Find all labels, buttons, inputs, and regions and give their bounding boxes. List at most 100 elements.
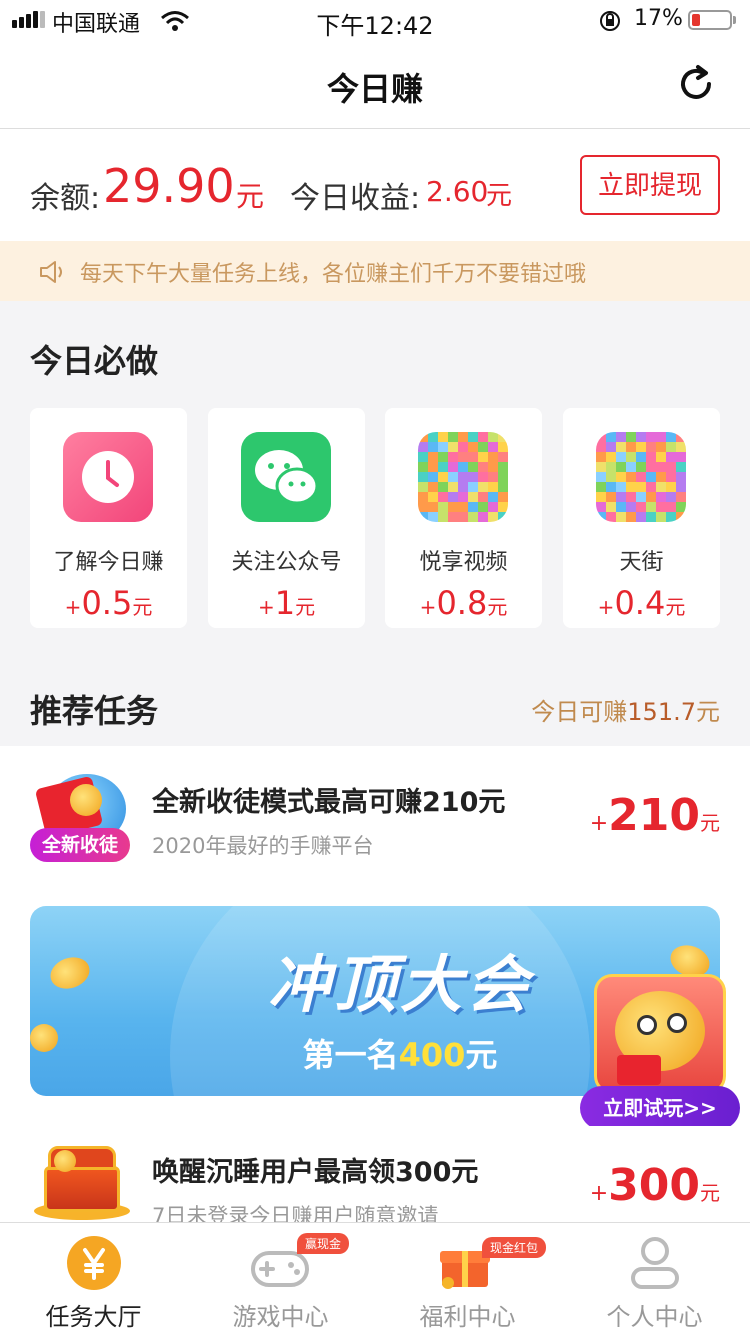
mosaic-tile — [636, 512, 646, 522]
must-do-title: 今日必做 — [30, 342, 159, 380]
mosaic-tile — [666, 482, 676, 492]
mosaic-tile — [636, 502, 646, 512]
mosaic-tile — [626, 492, 636, 502]
mosaic-tile — [616, 432, 626, 442]
reward-amount: 1 — [274, 584, 296, 622]
mosaic-tile — [646, 452, 656, 462]
card-name: 悦享视频 — [419, 550, 508, 575]
mosaic-tile — [606, 472, 616, 482]
mosaic-tile — [606, 502, 616, 512]
mosaic-tile — [478, 472, 488, 482]
tab-bar: 任务大厅 赢现金 游戏中心 现金红包 福利中心 个人中心 — [0, 1222, 750, 1335]
reward-plus: + — [64, 595, 82, 619]
mosaic-tile — [438, 472, 448, 482]
mosaic-tile — [596, 432, 606, 442]
mosaic-tile — [666, 462, 676, 472]
mosaic-tile — [596, 512, 606, 522]
mosaic-tile — [478, 502, 488, 512]
treasure-chest-icon — [34, 1144, 130, 1222]
tab-task-hall[interactable]: 任务大厅 — [0, 1223, 187, 1335]
mosaic-tile — [418, 492, 428, 502]
must-do-card[interactable]: 了解今日赚 +0.5元 — [30, 408, 187, 628]
game-promo-icon[interactable] — [594, 974, 726, 1094]
mosaic-tile — [418, 482, 428, 492]
task-row[interactable]: 唤醒沉睡用户最高领300元 7日未登录今日赚用户随意邀请 +300元 — [0, 1126, 750, 1228]
mosaic-tile — [428, 502, 438, 512]
page-title: 今日赚 — [326, 70, 423, 108]
red-envelope-icon: 全新收徒 — [30, 774, 130, 864]
mosaic-tile — [626, 452, 636, 462]
tab-game-center[interactable]: 赢现金 游戏中心 — [187, 1223, 374, 1335]
card-reward: +0.5元 — [30, 584, 187, 622]
reward-amount: 0.4 — [614, 584, 666, 622]
must-do-card[interactable]: 悦享视频 +0.8元 — [385, 408, 542, 628]
mosaic-tile — [428, 452, 438, 462]
tab-personal-center[interactable]: 个人中心 — [561, 1223, 748, 1335]
mosaic-tile — [656, 502, 666, 512]
speaker-icon — [40, 261, 62, 283]
mosaic-tile — [458, 512, 468, 522]
refresh-icon[interactable] — [676, 64, 716, 104]
mosaic-tile — [636, 472, 646, 482]
reward-unit: 元 — [700, 1181, 720, 1205]
banner-title: 冲顶大会 — [267, 948, 532, 1021]
mosaic-tile — [676, 432, 686, 442]
mosaic-tile — [626, 472, 636, 482]
coin-icon — [70, 784, 102, 816]
balance-label: 余额: — [30, 181, 101, 216]
mosaic-tile — [458, 502, 468, 512]
mosaic-tile — [448, 512, 458, 522]
person-icon — [631, 1237, 679, 1289]
yen-icon — [67, 1236, 121, 1290]
mosaic-tile — [448, 442, 458, 452]
try-play-button[interactable]: 立即试玩>> — [580, 1086, 740, 1130]
mosaic-tile — [498, 442, 508, 452]
mosaic-tile — [656, 492, 666, 502]
notice-bar: 每天下午大量任务上线，各位赚主们千万不要错过哦 — [0, 241, 750, 301]
mosaic-tile — [646, 462, 656, 472]
mosaic-tile — [666, 442, 676, 452]
mosaic-tile — [478, 492, 488, 502]
task-row[interactable]: 全新收徒 全新收徒模式最高可赚210元 2020年最好的手赚平台 +210元 — [0, 746, 750, 896]
mosaic-tile — [676, 512, 686, 522]
must-do-card[interactable]: 关注公众号 +1元 — [208, 408, 365, 628]
mosaic-tile — [596, 442, 606, 452]
mosaic-tile — [626, 432, 636, 442]
mosaic-tile — [646, 472, 656, 482]
mosaic-tile — [478, 462, 488, 472]
mosaic-tile — [666, 472, 676, 482]
mosaic-tile — [656, 442, 666, 452]
coin-icon — [46, 952, 94, 994]
mosaic-tile — [468, 492, 478, 502]
mosaic-tile — [626, 462, 636, 472]
tab-label: 任务大厅 — [45, 1303, 142, 1331]
withdraw-button[interactable]: 立即提现 — [580, 155, 720, 215]
tab-label: 游戏中心 — [232, 1303, 329, 1331]
mosaic-tile — [428, 472, 438, 482]
mosaic-tile — [458, 492, 468, 502]
mosaic-tile — [616, 452, 626, 462]
mosaic-tile — [676, 492, 686, 502]
mosaic-tile — [428, 482, 438, 492]
mosaic-tile — [616, 482, 626, 492]
mosaic-tile — [458, 462, 468, 472]
mosaic-tile — [458, 482, 468, 492]
tab-welfare-center[interactable]: 现金红包 福利中心 — [374, 1223, 561, 1335]
card-name: 了解今日赚 — [53, 550, 164, 575]
mosaic-tile — [438, 452, 448, 462]
reward-unit: 元 — [665, 595, 686, 619]
mosaic-tile — [488, 442, 498, 452]
must-do-card[interactable]: 天街 +0.4元 — [563, 408, 720, 628]
balance-panel: 余额: 29.90 元 今日收益: 2.60 元 立即提现 — [0, 129, 750, 241]
reward-amount: 210 — [608, 790, 700, 841]
reward-plus: + — [419, 595, 437, 619]
fish-eye — [637, 1015, 657, 1035]
mosaic-tile — [448, 492, 458, 502]
mosaic-tile — [498, 462, 508, 472]
mosaic-tile — [488, 502, 498, 512]
mosaic-tile — [428, 442, 438, 452]
mosaic-tile — [616, 442, 626, 452]
mosaic-tile — [488, 462, 498, 472]
reward-plus: + — [257, 595, 275, 619]
mosaic-tile — [676, 482, 686, 492]
